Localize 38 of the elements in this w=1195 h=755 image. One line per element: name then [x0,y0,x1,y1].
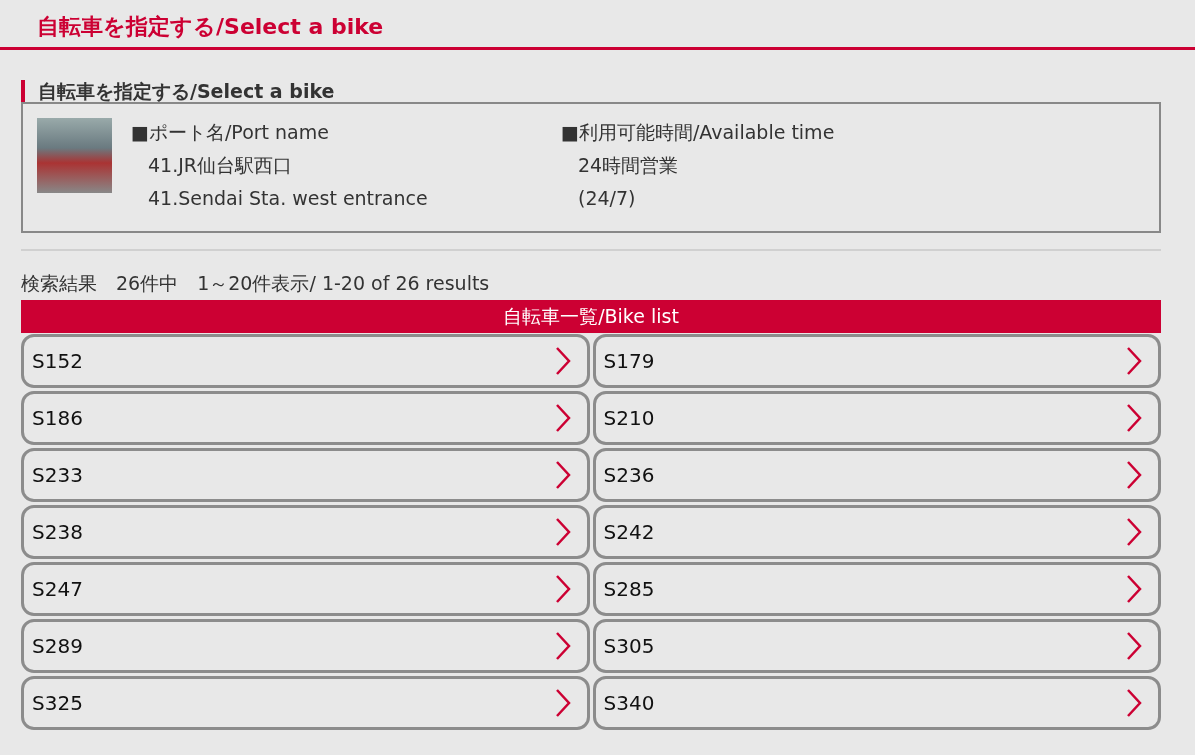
bike-button[interactable]: S186 [21,391,590,445]
bike-button[interactable]: S325 [21,676,590,730]
available-time-value: 24時間営業 [577,153,680,178]
section-heading: 自転車を指定する/Select a bike [21,80,1161,102]
chevron-right-icon [1126,631,1142,661]
chevron-right-icon [554,460,571,490]
chevron-right-icon [1126,403,1142,433]
chevron-right-icon [1126,517,1142,547]
port-name-value: 41.JR仙台駅西口 [147,153,294,178]
bike-button[interactable]: S247 [21,562,590,616]
bike-button[interactable]: S210 [592,391,1161,445]
bike-button[interactable]: S340 [592,676,1161,730]
port-name-label: ■ポート名/Port name [131,120,330,145]
bike-button[interactable]: S289 [21,619,590,673]
bike-button[interactable]: S285 [592,562,1161,616]
bike-button[interactable]: S305 [592,619,1161,673]
chevron-right-icon [1126,346,1142,376]
available-time-label: ■利用可能時間/Available time [561,120,835,145]
bike-button[interactable]: S152 [21,334,590,388]
bike-button[interactable]: S236 [592,448,1161,502]
bike-list-header: 自転車一覧/Bike list [21,300,1161,333]
chevron-right-icon [1126,460,1142,490]
chevron-right-icon [554,631,571,661]
chevron-right-icon [554,688,571,718]
port-name-value: 41.Sendai Sta. west entrance [147,186,429,211]
bike-button[interactable]: S233 [21,448,590,502]
available-time-value: (24/7) [577,186,637,211]
results-summary: 検索結果 26件中 1～20件表示/ 1-20 of 26 results [21,272,490,294]
chevron-right-icon [1126,688,1142,718]
chevron-right-icon [554,574,571,604]
bike-button[interactable]: S242 [592,505,1161,559]
page-title: 自転車を指定する/Select a bike [37,14,384,39]
chevron-right-icon [554,346,571,376]
bike-button[interactable]: S238 [21,505,590,559]
chevron-right-icon [554,403,571,433]
bike-button[interactable]: S179 [592,334,1161,388]
chevron-right-icon [1126,574,1142,604]
chevron-right-icon [554,517,571,547]
